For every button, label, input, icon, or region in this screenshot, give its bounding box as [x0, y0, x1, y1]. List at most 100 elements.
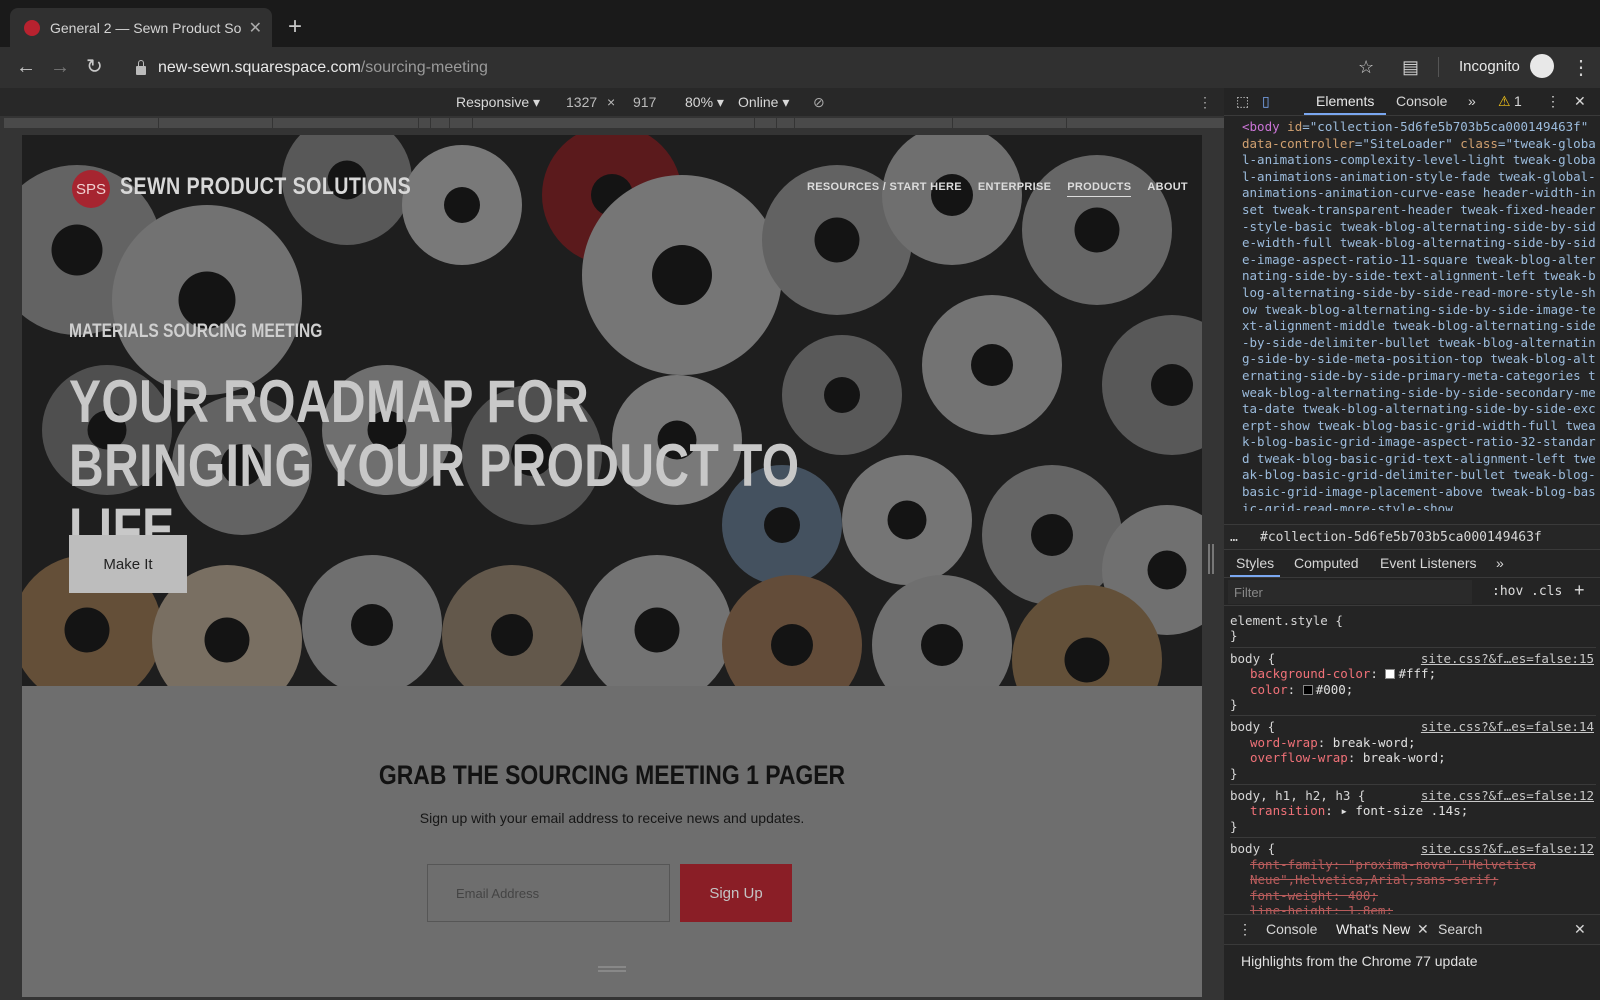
device-toolbar: Responsive ▾ 1327 × 917 80% ▾ Online ▾ ⊘… [0, 88, 1224, 116]
prop-value: #000; [1315, 681, 1354, 697]
rule-body-colors[interactable]: body { site.css?&f…es=false:15 backgroun… [1230, 648, 1596, 717]
prop-overridden: font-weight: 400; [1250, 887, 1378, 903]
reload-icon[interactable]: ↻ [86, 55, 103, 79]
address-bar[interactable]: new-sewn.squarespace.com/sourcing-meetin… [122, 53, 1390, 83]
url-host: new-sewn.squarespace.com [158, 59, 361, 76]
device-toggle-icon[interactable]: ▯ [1262, 93, 1270, 110]
resize-handle-bottom[interactable] [598, 966, 626, 972]
dom-attr-id: id [1287, 119, 1303, 134]
network-select[interactable]: Online ▾ [738, 94, 789, 111]
devtools-panel: ⬚ ▯ Elements Console » ⚠ 1 ⋮ ✕ …<body id… [1224, 88, 1600, 1000]
back-icon[interactable]: ← [16, 55, 36, 79]
lock-icon [136, 59, 146, 75]
prop-value: #fff; [1398, 666, 1437, 682]
prop-name: transition [1250, 803, 1326, 819]
newsletter-subtitle: Sign up with your email address to recei… [419, 810, 805, 826]
devtools-menu-icon[interactable]: ⋮ [1546, 93, 1560, 110]
breadcrumb-item[interactable]: #collection-5d6fe5b703b5ca000149463f [1260, 530, 1542, 545]
inspect-element-icon[interactable]: ⬚ [1236, 93, 1249, 110]
cls-toggle[interactable]: .cls [1531, 584, 1562, 599]
site-nav: RESOURCES / START HERE ENTERPRISE PRODUC… [807, 181, 1188, 197]
nav-item-products[interactable]: PRODUCTS [1067, 181, 1132, 197]
responsive-select[interactable]: Responsive ▾ [456, 94, 540, 111]
newsletter-section: GRAB THE SOURCING MEETING 1 PAGER Sign u… [22, 686, 1202, 997]
rule-body-font[interactable]: body { site.css?&f…es=false:12 font-fami… [1230, 838, 1596, 921]
rule-element-style[interactable]: element.style { } [1230, 610, 1596, 648]
nav-item-resources[interactable]: RESOURCES / START HERE [807, 181, 962, 197]
more-subtabs-icon[interactable]: » [1496, 555, 1504, 571]
close-devtools-icon[interactable]: ✕ [1574, 93, 1586, 110]
browser-toolbar: ← → ↻ new-sewn.squarespace.com/sourcing-… [0, 47, 1600, 88]
dom-tree[interactable]: …<body id="collection-5d6fe5b703b5ca0001… [1242, 119, 1596, 511]
zoom-select[interactable]: 80% ▾ [685, 94, 724, 111]
site-logo-mark[interactable]: SPS [72, 170, 110, 208]
site-logo-text[interactable]: SEWN PRODUCT SOLUTIONS [120, 173, 411, 201]
style-rules: element.style { } body { site.css?&f…es=… [1230, 610, 1596, 921]
drawer-menu-icon[interactable]: ⋮ [1238, 921, 1252, 938]
browser-tab[interactable]: General 2 — Sewn Product Solut ✕ [10, 8, 272, 47]
breadcrumb-ellipsis[interactable]: … [1230, 530, 1238, 545]
prop-name: word-wrap [1250, 734, 1318, 750]
rule-close: } [1230, 765, 1238, 781]
more-tabs-icon[interactable]: » [1468, 93, 1476, 109]
rule-close: } [1230, 818, 1238, 834]
nav-item-enterprise[interactable]: ENTERPRISE [978, 181, 1051, 197]
tab-title: General 2 — Sewn Product Solut [50, 19, 241, 36]
nav-item-about[interactable]: ABOUT [1147, 181, 1188, 197]
rule-body-wrap[interactable]: body { site.css?&f…es=false:14 word-wrap… [1230, 716, 1596, 786]
warning-count: 1 [1514, 93, 1522, 109]
tab-event-listeners[interactable]: Event Listeners [1380, 555, 1477, 571]
extension-icon[interactable]: ▤ [1402, 56, 1419, 78]
styles-filter-input[interactable] [1228, 580, 1472, 604]
device-viewport: Responsive ▾ 1327 × 917 80% ▾ Online ▾ ⊘… [0, 88, 1224, 1000]
incognito-icon[interactable] [1530, 54, 1554, 78]
styles-filter-bar: :hov .cls + [1224, 578, 1600, 606]
make-it-button[interactable]: Make It [69, 535, 187, 593]
prop-value: break-word; [1332, 734, 1416, 750]
dom-attr-class: class [1460, 135, 1498, 151]
new-rule-icon[interactable]: + [1574, 580, 1585, 601]
rule-close: } [1230, 628, 1238, 644]
tab-computed[interactable]: Computed [1294, 555, 1359, 571]
rule-source-link[interactable]: site.css?&f…es=false:15 [1421, 651, 1594, 666]
close-drawer-icon[interactable]: ✕ [1574, 921, 1586, 938]
tab-styles[interactable]: Styles [1229, 555, 1281, 577]
dom-tag-body[interactable]: <body [1242, 119, 1280, 134]
height-input[interactable]: 917 [633, 94, 656, 110]
rule-transition[interactable]: body, h1, h2, h3 { site.css?&f…es=false:… [1230, 785, 1596, 839]
close-whats-new-icon[interactable]: ✕ [1417, 921, 1429, 938]
rotate-icon[interactable]: ⊘ [813, 94, 825, 111]
dom-val-controller: "SiteLoader" [1362, 135, 1453, 151]
dom-breadcrumb: … #collection-5d6fe5b703b5ca000149463f [1224, 524, 1600, 550]
color-swatch-icon[interactable] [1302, 684, 1313, 695]
prop-name: background-color [1250, 666, 1371, 682]
device-menu-icon[interactable]: ⋮ [1198, 94, 1212, 111]
rule-source-link[interactable]: site.css?&f…es=false:12 [1421, 841, 1594, 856]
resize-handle-right[interactable] [1208, 544, 1214, 574]
drawer-tab-search[interactable]: Search [1438, 921, 1482, 937]
forward-icon[interactable]: → [50, 55, 70, 79]
email-field[interactable] [427, 864, 670, 922]
close-tab-icon[interactable]: ✕ [249, 18, 262, 38]
warning-icon[interactable]: ⚠ [1498, 93, 1511, 110]
drawer-tab-console[interactable]: Console [1266, 921, 1317, 937]
rule-selector: element.style { [1230, 613, 1343, 628]
tab-console[interactable]: Console [1396, 93, 1447, 109]
color-swatch-icon[interactable] [1385, 669, 1396, 680]
tab-elements[interactable]: Elements [1303, 93, 1387, 115]
favicon-icon [24, 19, 40, 36]
browser-menu-icon[interactable]: ⋮ [1571, 55, 1591, 80]
drawer-tab-whats-new[interactable]: What's New [1336, 921, 1410, 937]
prop-value: break-word; [1362, 750, 1446, 766]
new-tab-icon[interactable]: + [288, 12, 302, 42]
media-query-ruler[interactable] [4, 118, 1224, 128]
width-input[interactable]: 1327 [566, 94, 597, 110]
sign-up-button[interactable]: Sign Up [680, 864, 792, 922]
rule-source-link[interactable]: site.css?&f…es=false:14 [1421, 719, 1594, 734]
prop-value: ▸ font-size .14s; [1340, 803, 1469, 819]
hov-toggle[interactable]: :hov [1492, 584, 1523, 599]
rule-source-link[interactable]: site.css?&f…es=false:12 [1421, 788, 1594, 803]
tab-strip: General 2 — Sewn Product Solut ✕ + [0, 0, 1600, 47]
bookmark-star-icon[interactable]: ☆ [1358, 56, 1374, 78]
styles-tabbar: Styles Computed Event Listeners » [1224, 550, 1600, 578]
